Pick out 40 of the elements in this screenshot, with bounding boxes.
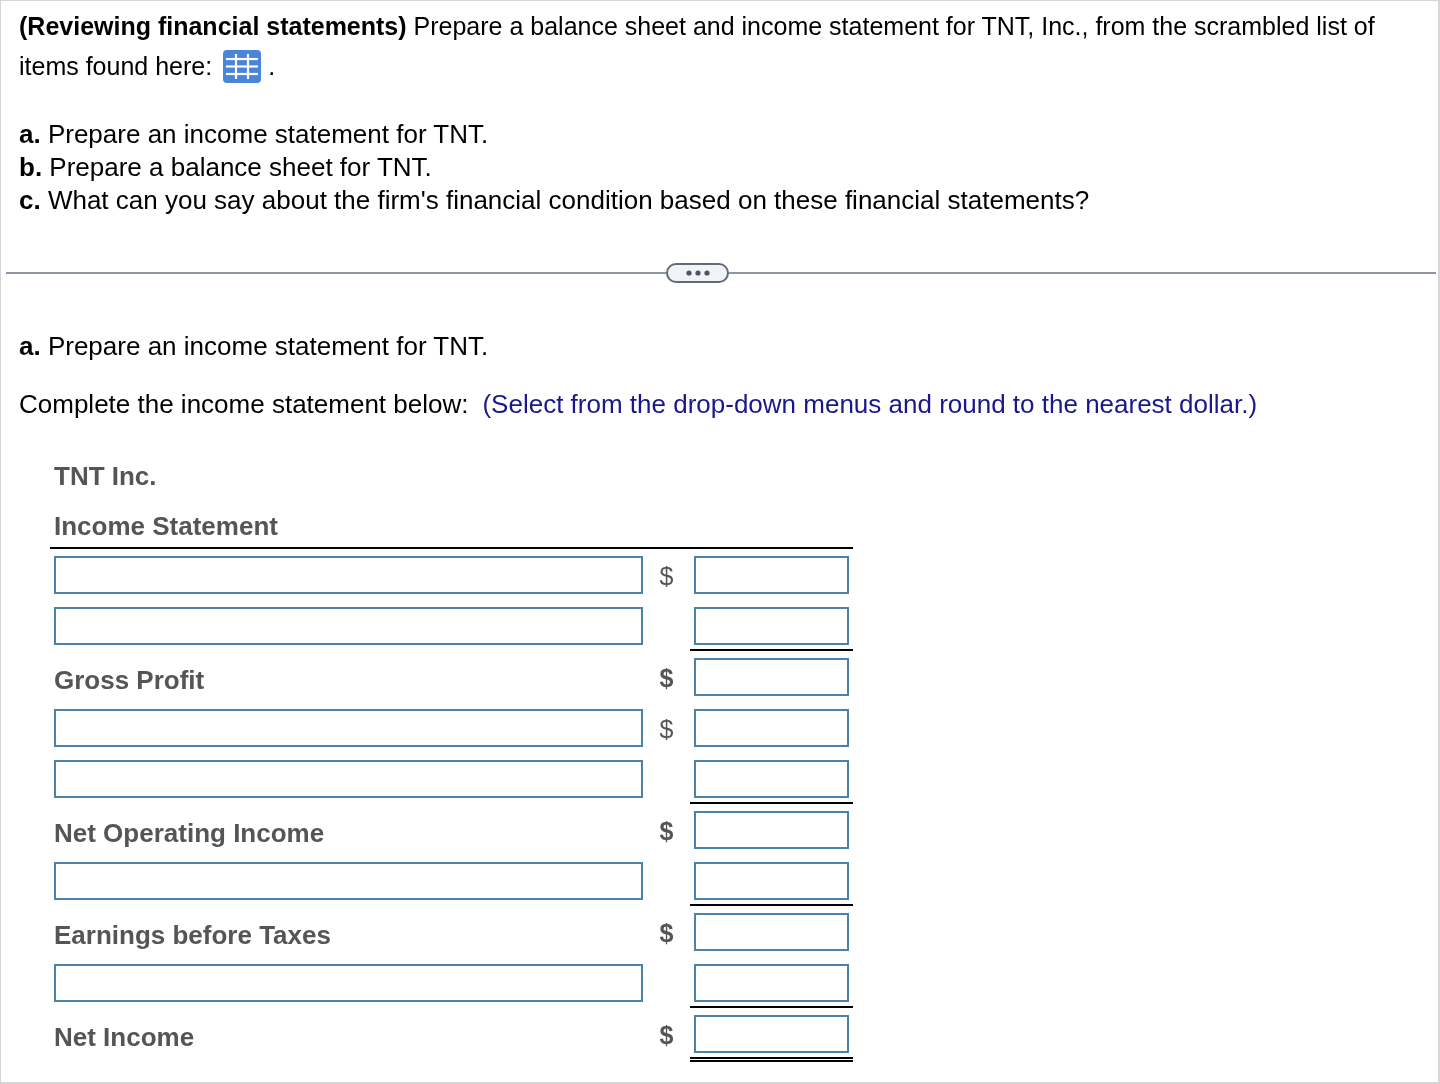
amount-input[interactable] [694,607,849,645]
question-text: items found here: [19,51,213,82]
expand-button[interactable] [666,263,729,283]
more-dots-icon [685,270,710,276]
account-dropdown[interactable] [54,709,643,747]
part-heading: a. Prepare an income statement for TNT. [19,330,490,363]
account-dropdown[interactable] [54,862,643,900]
hint-text: (Select from the drop-down menus and round to the nearest dollar.) [482,388,1258,421]
subtotal-label: Net Operating Income [54,817,325,850]
data-table-icon[interactable] [223,49,262,83]
amount-input[interactable] [694,964,849,1002]
amount-input[interactable] [694,811,849,849]
amount-input[interactable] [694,709,849,747]
dollar-sign: $ [659,817,674,845]
account-dropdown[interactable] [54,556,643,594]
account-dropdown[interactable] [54,964,643,1002]
question-part: b. Prepare a balance sheet for TNT. [19,151,433,184]
subtotal-label: Net Income [54,1021,195,1054]
amount-input[interactable] [694,913,849,951]
dollar-sign: $ [659,919,674,947]
statement-title: Income Statement [53,510,279,543]
period-text: . [268,51,276,82]
account-dropdown[interactable] [54,760,643,798]
amount-input[interactable] [694,658,849,696]
amount-input[interactable] [694,760,849,798]
amount-input[interactable] [694,1015,849,1053]
question-part: c. What can you say about the firm's financial condition based on these financial statements? [19,184,1091,217]
dollar-sign: $ [659,715,674,743]
account-dropdown[interactable] [54,607,643,645]
company-name: TNT Inc. [53,460,158,493]
subtotal-label: Gross Profit [54,664,205,697]
instruction-text: Complete the income statement below: [19,388,469,421]
dollar-sign: $ [659,664,674,692]
dollar-sign: $ [659,1021,674,1049]
subtotal-label: Earnings before Taxes [54,919,331,952]
question-part: a. Prepare an income statement for TNT. [19,118,490,151]
question-text: (Reviewing financial statements) Prepare a balance sheet and income statement for TNT, Inc., from the scrambled list of [19,11,1375,42]
dollar-sign: $ [659,562,674,590]
amount-input[interactable] [694,556,849,594]
amount-input[interactable] [694,862,849,900]
